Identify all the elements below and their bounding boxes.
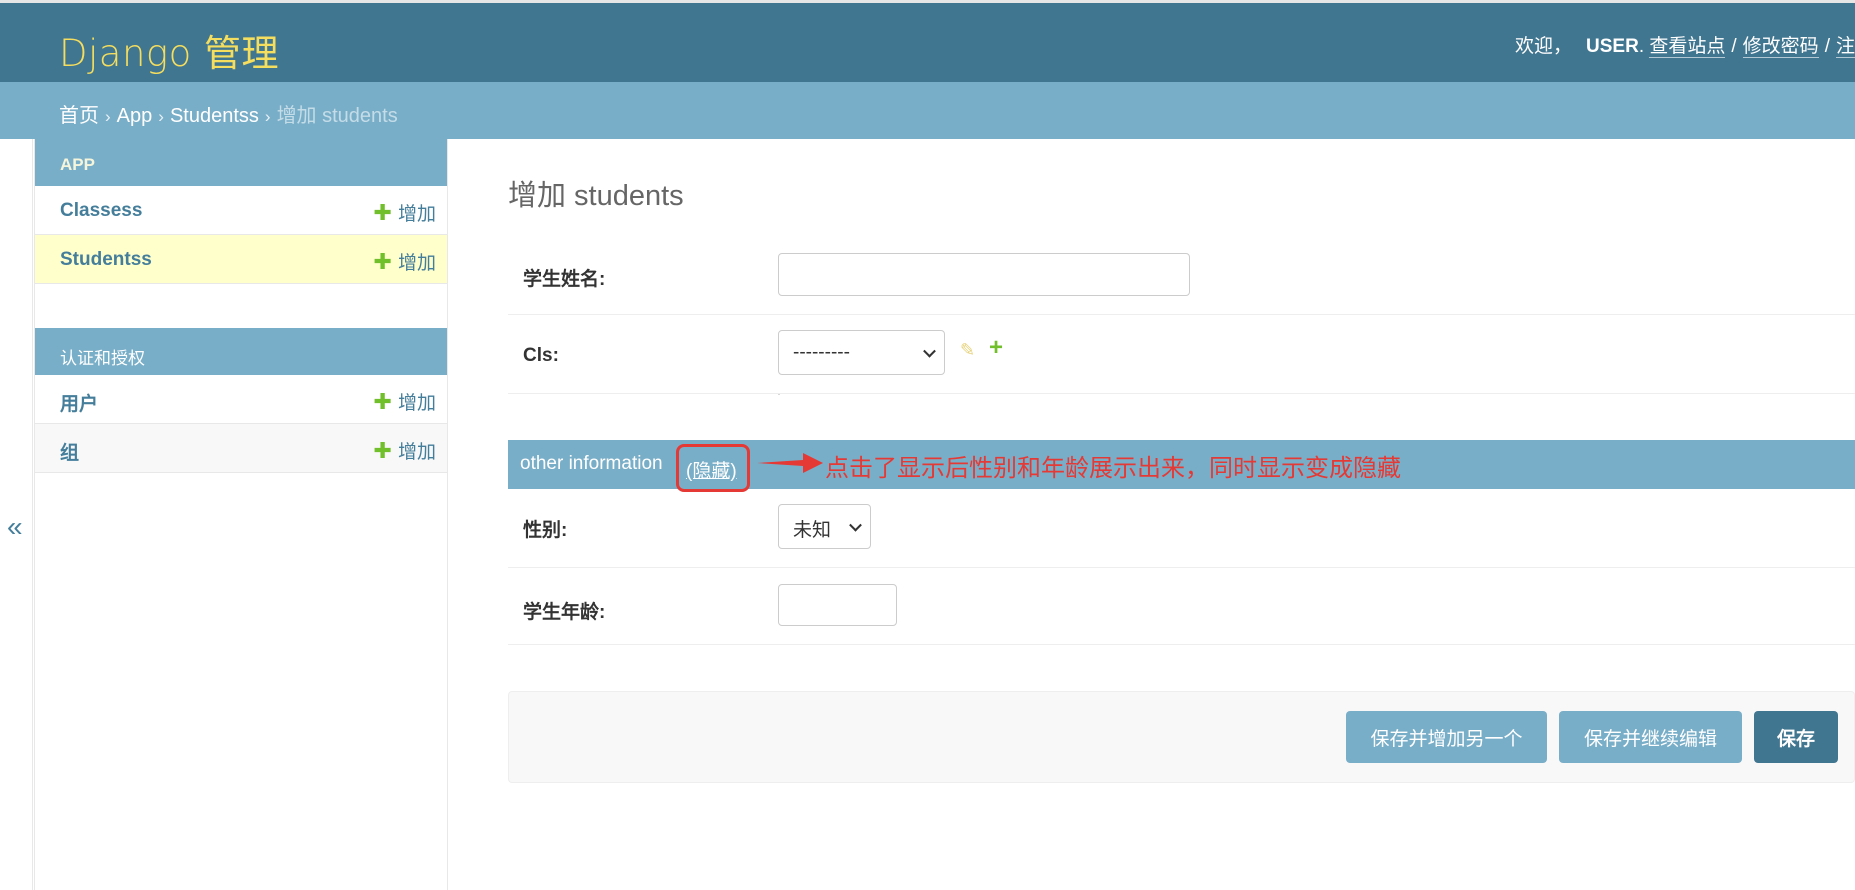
add-studentss-link[interactable]: ✚ 增加 xyxy=(374,248,436,275)
arrow-right-icon xyxy=(757,453,823,473)
collapse-toggle-link[interactable]: (隐藏) xyxy=(686,456,737,483)
module-caption-auth[interactable]: 认证和授权 xyxy=(35,328,447,375)
breadcrumb-model[interactable]: Studentss xyxy=(170,105,259,127)
add-label: 增加 xyxy=(397,442,436,463)
toggle-sidebar-button[interactable]: « xyxy=(0,139,33,890)
annotation-highlight-box: (隐藏) xyxy=(676,444,750,492)
breadcrumb-current: 增加 students xyxy=(276,105,398,127)
chevron-right-icon: › xyxy=(158,107,164,126)
double-chevron-left-icon: « xyxy=(7,511,23,542)
logout-link[interactable]: 注销 xyxy=(1835,36,1855,58)
separator: / xyxy=(1731,36,1737,57)
sidebar-item-groups: 组 ✚ 增加 xyxy=(35,424,447,473)
chevron-right-icon: › xyxy=(264,107,271,126)
plus-icon: ✚ xyxy=(373,437,392,463)
save-add-another-button[interactable]: 保存并增加另一个 xyxy=(1346,711,1547,763)
fieldset-header: other information (隐藏) 点击了显示后性别和年龄展示出来，同… xyxy=(508,440,1855,492)
gender-select[interactable]: 未知 xyxy=(778,504,871,549)
sidebar-item-classess: Classess ✚ 增加 xyxy=(35,186,447,235)
form-row-gender: 性别: 未知 xyxy=(508,489,1855,568)
plus-icon: ✚ xyxy=(373,199,392,225)
module-caption-app[interactable]: APP xyxy=(35,139,447,186)
add-classess-link[interactable]: ✚ 增加 xyxy=(374,199,436,226)
username: USER xyxy=(1586,36,1639,57)
chevron-down-icon xyxy=(849,518,862,532)
welcome-text: 欢迎， xyxy=(1515,36,1573,57)
fieldset-title: other information xyxy=(520,453,663,474)
site-brand[interactable]: Django 管理 xyxy=(59,23,279,77)
annotation-text: 点击了显示后性别和年龄展示出来，同时显示变成隐藏 xyxy=(825,455,1401,482)
add-label: 增加 xyxy=(397,393,436,414)
change-password-link[interactable]: 修改密码 xyxy=(1742,36,1819,58)
sidebar-item-studentss-link[interactable]: Studentss xyxy=(60,249,152,271)
user-tools: 欢迎，USER. 查看站点/修改密码/注销 xyxy=(1515,31,1855,58)
nav-sidebar: APP Classess ✚ 增加 Studentss ✚ 增加 认证和授权 用户 … xyxy=(34,139,448,890)
pencil-icon[interactable]: ✎ xyxy=(960,340,975,361)
add-group-link[interactable]: ✚ 增加 xyxy=(374,437,436,464)
breadcrumb-app[interactable]: App xyxy=(117,105,153,127)
view-site-link[interactable]: 查看站点 xyxy=(1649,36,1726,58)
add-label: 增加 xyxy=(397,204,436,225)
sidebar-item-groups-link[interactable]: 组 xyxy=(60,438,79,465)
breadcrumb-home[interactable]: 首页 xyxy=(59,105,99,127)
main-content: 增加 students 学生姓名: Cls: --------- ✎ + oth… xyxy=(508,139,1855,890)
header: Django 管理 欢迎，USER. 查看站点/修改密码/注销 xyxy=(0,0,1855,82)
chevron-down-icon xyxy=(923,344,936,358)
gender-label: 性别: xyxy=(523,520,568,541)
cls-select[interactable]: --------- xyxy=(778,330,945,375)
student-age-input[interactable] xyxy=(778,584,897,626)
page-title: 增加 students xyxy=(508,180,684,212)
cls-select-value: --------- xyxy=(793,342,850,363)
add-user-link[interactable]: ✚ 增加 xyxy=(374,388,436,415)
form-row-age: 学生年龄: xyxy=(508,568,1855,645)
sidebar-item-users: 用户 ✚ 增加 xyxy=(35,375,447,424)
age-label: 学生年龄: xyxy=(523,602,606,623)
add-related-cls-button[interactable]: + xyxy=(989,334,1003,362)
breadcrumb: 首页 › App › Studentss › 增加 students xyxy=(0,82,1855,139)
sidebar-item-classess-link[interactable]: Classess xyxy=(60,200,142,222)
name-label: 学生姓名: xyxy=(523,269,606,290)
plus-icon: ✚ xyxy=(373,248,392,274)
save-continue-button[interactable]: 保存并继续编辑 xyxy=(1559,711,1742,763)
student-name-input[interactable] xyxy=(778,253,1190,296)
add-label: 增加 xyxy=(397,253,436,274)
sidebar-item-studentss: Studentss ✚ 增加 xyxy=(35,235,447,284)
sidebar-item-users-link[interactable]: 用户 xyxy=(60,389,98,416)
separator: / xyxy=(1824,36,1830,57)
form-row-cls: Cls: --------- ✎ + xyxy=(508,315,1855,394)
plus-icon: ✚ xyxy=(373,388,392,414)
save-button[interactable]: 保存 xyxy=(1754,711,1838,763)
submit-row: 保存并增加另一个 保存并继续编辑 保存 xyxy=(508,691,1855,783)
cls-label: Cls: xyxy=(523,345,559,366)
gender-select-value: 未知 xyxy=(793,520,832,541)
chevron-right-icon: › xyxy=(105,107,111,126)
